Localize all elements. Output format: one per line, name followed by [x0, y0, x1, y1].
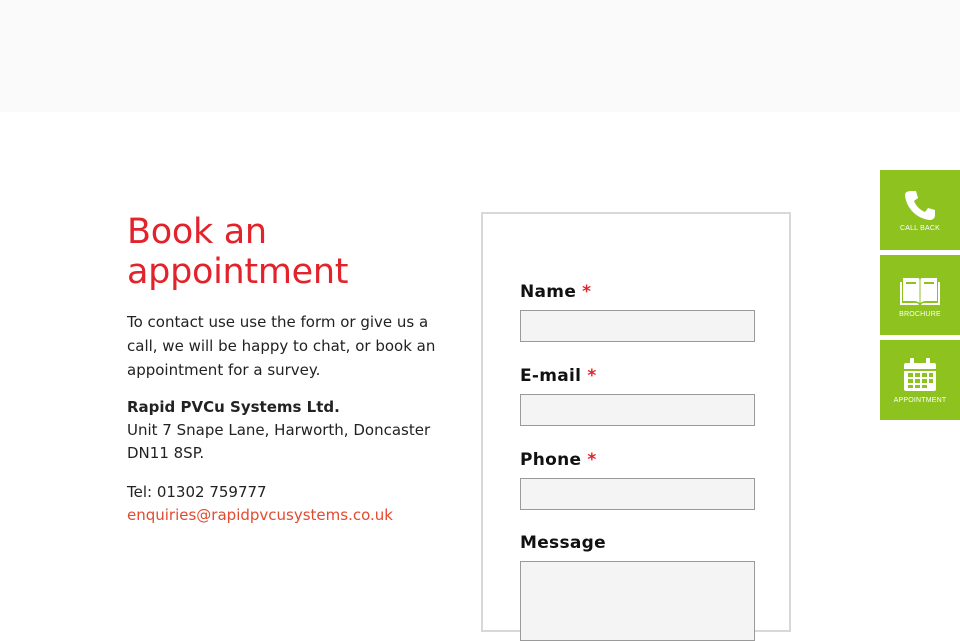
company-name: Rapid PVCu Systems Ltd. — [127, 398, 340, 416]
required-marker: * — [582, 282, 592, 302]
page-title-line1: Book an — [127, 212, 267, 252]
message-field[interactable] — [520, 561, 755, 641]
page-title: Book an appointment — [127, 212, 457, 292]
appointment-button[interactable]: APPOINTMENT — [880, 340, 960, 420]
name-label-text: Name — [520, 282, 577, 302]
calendar-icon — [904, 357, 936, 391]
header-band — [0, 0, 960, 112]
phone-icon — [905, 190, 935, 220]
required-marker: * — [587, 366, 597, 386]
message-label-text: Message — [520, 533, 606, 553]
email-label: E-mail * — [520, 366, 597, 386]
contact-form: Name * E-mail * Phone * Message — [481, 212, 791, 641]
name-field[interactable] — [520, 310, 755, 342]
intro-text: To contact use use the form or give us a… — [127, 313, 436, 379]
appointment-label: APPOINTMENT — [893, 396, 947, 404]
book-icon — [900, 277, 940, 305]
telephone-text: Tel: 01302 759777 — [127, 483, 267, 501]
brochure-button[interactable]: BROCHURE — [880, 255, 960, 335]
brochure-label: BROCHURE — [899, 310, 941, 318]
message-label: Message — [520, 533, 606, 553]
email-label-text: E-mail — [520, 366, 582, 386]
company-address: Unit 7 Snape Lane, Harworth, Doncaster D… — [127, 421, 431, 462]
appointment-info: Book an appointment To contact use use t… — [127, 212, 457, 527]
call-back-label: CALL BACK — [899, 224, 941, 232]
phone-label-text: Phone — [520, 450, 582, 470]
page-title-line2: appointment — [127, 252, 349, 292]
required-marker: * — [587, 450, 597, 470]
company-block: Rapid PVCu Systems Ltd. Unit 7 Snape Lan… — [127, 396, 457, 465]
email-field[interactable] — [520, 394, 755, 426]
phone-label: Phone * — [520, 450, 597, 470]
phone-field[interactable] — [520, 478, 755, 510]
call-back-button[interactable]: CALL BACK — [880, 170, 960, 250]
contact-block: Tel: 01302 759777 enquiries@rapidpvcusys… — [127, 481, 457, 527]
email-link[interactable]: enquiries@rapidpvcusystems.co.uk — [127, 506, 393, 524]
name-label: Name * — [520, 282, 591, 302]
